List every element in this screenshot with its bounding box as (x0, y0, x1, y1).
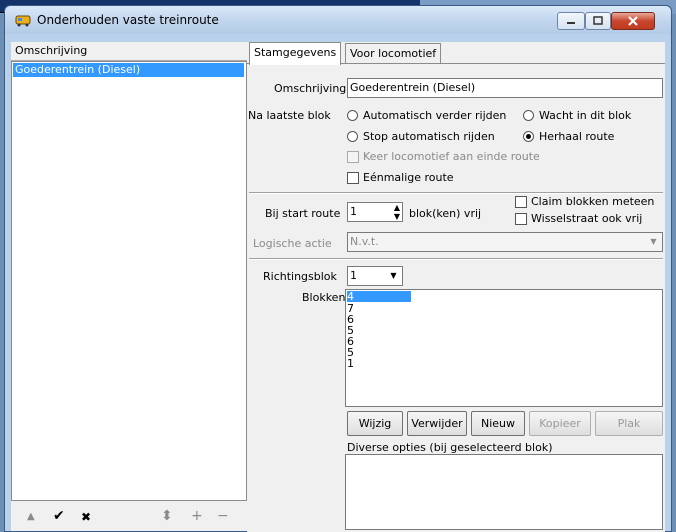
checkbox-claim-label[interactable]: Claim blokken meteen (531, 195, 654, 208)
tab-voor-locomotief[interactable]: Voor locomotief (345, 43, 442, 64)
radio-automatisch-label[interactable]: Automatisch verder rijden (363, 109, 506, 122)
divider (249, 192, 663, 194)
radio-wacht[interactable] (523, 110, 534, 121)
window-title: Onderhouden vaste treinroute (37, 13, 219, 27)
checkbox-wisselstraat[interactable] (515, 213, 527, 225)
list-item[interactable]: 1 (347, 358, 354, 369)
blokken-label: Blokken (302, 291, 346, 304)
list-toolbar: ▲ ✔ ✖ ⬍ + − (11, 504, 247, 530)
list-item[interactable]: Goederentrein (Diesel) (13, 63, 244, 77)
logische-actie-select[interactable]: N.v.t. ▼ (347, 232, 663, 252)
bij-start-route-spinner[interactable]: 1 ▲ ▼ (347, 202, 403, 222)
diverse-opties-label: Diverse opties (bij geselecteerd blok) (347, 441, 553, 454)
radio-stop[interactable] (347, 131, 358, 142)
window: Onderhouden vaste treinroute Omschrijvin… (4, 5, 672, 532)
add-button[interactable]: + (191, 508, 203, 524)
checkbox-eenmalig[interactable] (347, 172, 359, 184)
route-list-header[interactable]: Omschrijving (11, 42, 247, 61)
verwijder-button[interactable]: Verwijder (407, 411, 467, 436)
blok-vrij-label: blok(ken) vrij (409, 207, 482, 220)
remove-button[interactable]: − (217, 508, 229, 524)
checkbox-wisselstraat-label[interactable]: Wisselstraat ook vrij (531, 212, 642, 225)
chevron-down-icon: ▼ (650, 237, 657, 246)
wijzig-button[interactable]: Wijzig (347, 411, 403, 436)
client-area: Omschrijving Goederentrein (Diesel) ▲ ✔ … (11, 42, 665, 532)
omschrijving-label: Omschrijving (274, 82, 347, 95)
move-up-button[interactable]: ▲ (27, 511, 35, 522)
tab-page-stamgegevens: Omschrijving Goederentrein (Diesel) Na l… (247, 63, 665, 532)
checkbox-claim-blokken[interactable] (515, 196, 527, 208)
diverse-opties-list[interactable] (345, 454, 663, 530)
title-bar[interactable]: Onderhouden vaste treinroute (5, 6, 671, 34)
logische-actie-label: Logische actie (253, 237, 332, 250)
na-laatste-blok-label: Na laatste blok (248, 109, 331, 122)
kopieer-button[interactable]: Kopieer (529, 411, 591, 436)
plak-button[interactable]: Plak (595, 411, 663, 436)
route-list[interactable]: Goederentrein (Diesel) (11, 61, 247, 501)
omschrijving-input[interactable]: Goederentrein (Diesel) (347, 78, 663, 98)
minimize-icon (567, 22, 575, 24)
radio-automatisch[interactable] (347, 110, 358, 121)
list-item[interactable]: 4 (347, 291, 411, 302)
checkbox-keer-locomotief[interactable] (347, 151, 359, 163)
maximize-button[interactable] (585, 12, 611, 30)
copy-button[interactable]: ⬍ (161, 508, 173, 524)
blokken-list[interactable]: 4 7 6 5 6 5 1 (345, 289, 663, 407)
minimize-button[interactable] (557, 12, 585, 30)
tab-stamgegevens[interactable]: Stamgegevens (249, 42, 342, 65)
richtingsblok-select[interactable]: 1 ▼ (347, 266, 403, 286)
maximize-icon (593, 16, 603, 25)
checkbox-keer-label[interactable]: Keer locomotief aan einde route (363, 150, 540, 163)
spinner-arrows-icon[interactable]: ▲ ▼ (394, 203, 400, 221)
radio-herhaal[interactable] (523, 131, 534, 142)
tab-strip: Stamgegevens Voor locomotief (247, 42, 665, 65)
divider (249, 258, 663, 260)
blokken-button-row: Wijzig Verwijder Nieuw Kopieer Plak (347, 411, 663, 437)
nieuw-button[interactable]: Nieuw (471, 411, 525, 436)
richtingsblok-label: Richtingsblok (263, 270, 337, 283)
radio-herhaal-label[interactable]: Herhaal route (539, 130, 614, 143)
bij-start-route-label: Bij start route (265, 207, 341, 220)
close-icon (628, 16, 638, 26)
radio-wacht-label[interactable]: Wacht in dit blok (539, 109, 631, 122)
cancel-button[interactable]: ✖ (81, 510, 91, 524)
radio-stop-label[interactable]: Stop automatisch rijden (363, 130, 495, 143)
checkbox-eenmalig-label[interactable]: Eénmalige route (363, 171, 454, 184)
close-button[interactable] (611, 12, 655, 30)
chevron-down-icon: ▼ (390, 271, 397, 280)
confirm-button[interactable]: ✔ (53, 508, 65, 524)
train-app-icon (15, 15, 31, 27)
